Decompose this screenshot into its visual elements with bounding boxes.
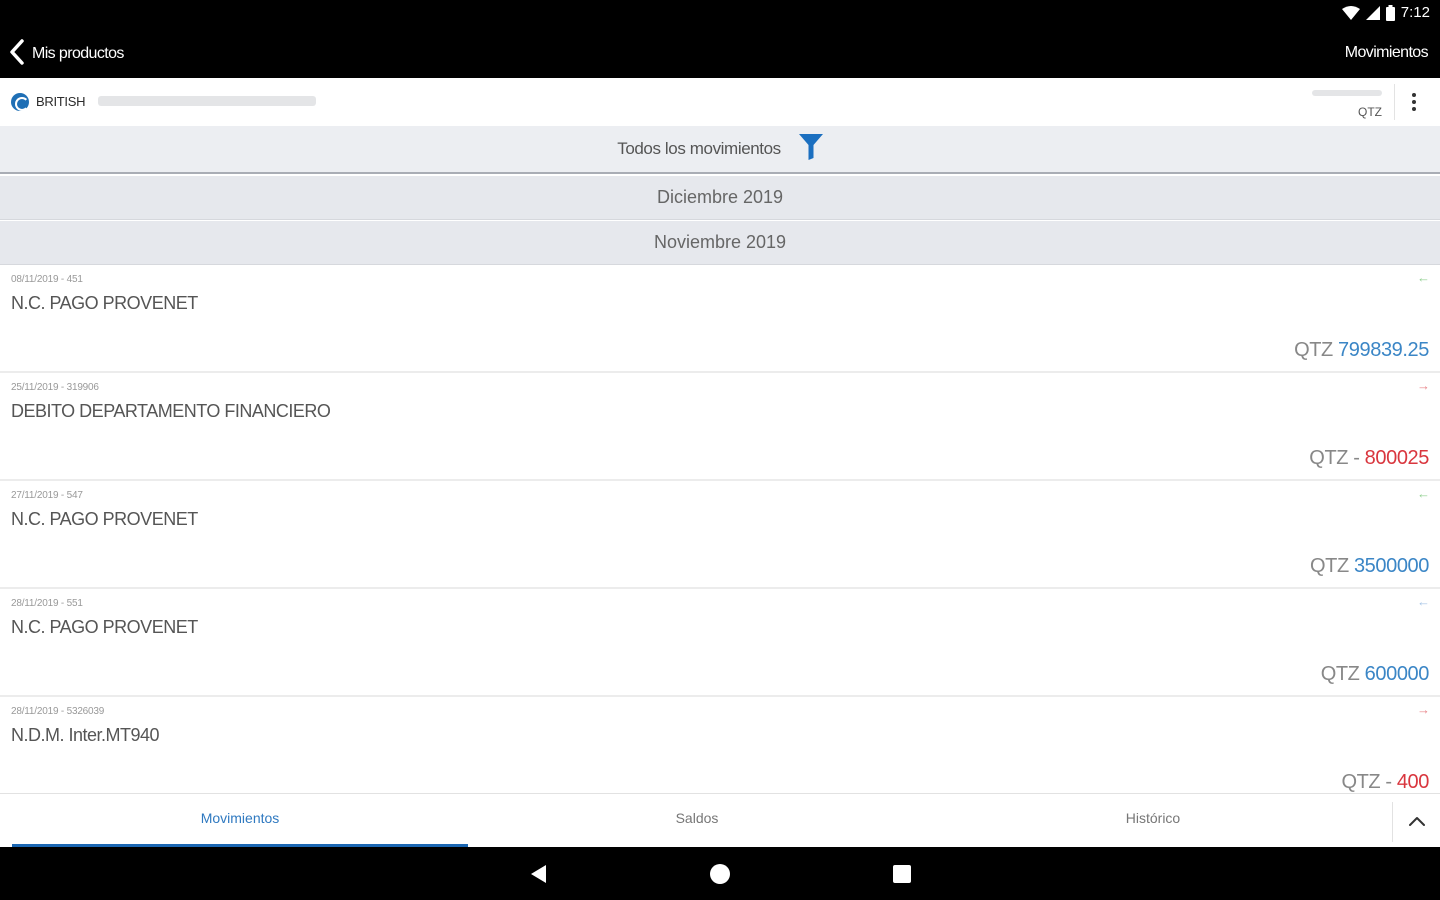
more-options-icon[interactable] (1402, 89, 1426, 115)
transaction-amount-line: QTZ 799839.25 (1294, 339, 1429, 362)
transaction-row[interactable]: 28/11/2019 - 5326039 N.D.M. Inter.MT940 … (0, 697, 1440, 793)
system-nav-bar (0, 847, 1440, 900)
transaction-amount-line: QTZ - 400 (1341, 771, 1429, 794)
transaction-currency: QTZ (1309, 555, 1349, 577)
status-icons: 7:12 (1341, 4, 1430, 21)
transaction-ref: 28/11/2019 - 5326039 (11, 706, 105, 717)
back-label: Mis productos (32, 45, 124, 62)
arrow-right-icon: → (1417, 378, 1430, 393)
transaction-currency: QTZ - (1309, 447, 1365, 469)
nav-home-icon[interactable] (707, 861, 733, 887)
transaction-description: DEBITO DEPARTAMENTO FINANCIERO (11, 401, 331, 421)
month-header[interactable]: Diciembre 2019 (0, 176, 1440, 220)
nav-recents-icon[interactable] (889, 861, 915, 887)
transaction-description: N.D.M. Inter.MT940 (11, 725, 160, 745)
account-name-redacted (98, 96, 316, 106)
status-bar: 7:12 (0, 0, 1440, 30)
chevron-left-icon (8, 38, 26, 70)
transaction-ref: 08/11/2019 - 451 (11, 274, 83, 285)
page-title: Movimientos (1344, 44, 1429, 61)
transaction-currency: QTZ - (1341, 771, 1397, 793)
transaction-row[interactable]: 08/11/2019 - 451 N.C. PAGO PROVENET ← QT… (0, 265, 1440, 373)
transaction-description: N.C. PAGO PROVENET (11, 293, 198, 313)
arrow-left-icon: ← (1417, 270, 1430, 285)
back-button[interactable]: Mis productos (8, 38, 124, 70)
transaction-amount: 400 (1396, 771, 1430, 793)
movement-filter[interactable]: Todos los movimientos (0, 126, 1440, 174)
bottom-tab-bar: Movimientos Saldos Histórico (0, 793, 1440, 848)
transaction-ref: 28/11/2019 - 551 (11, 598, 83, 609)
month-header[interactable]: Noviembre 2019 (0, 221, 1440, 265)
transaction-row[interactable]: 25/11/2019 - 319906 DEBITO DEPARTAMENTO … (0, 373, 1440, 481)
transaction-amount-line: QTZ 600000 (1320, 663, 1430, 686)
account-currency: QTZ (1358, 105, 1382, 119)
transaction-ref: 25/11/2019 - 319906 (11, 382, 99, 393)
transaction-currency: QTZ (1320, 663, 1360, 685)
arrow-right-icon: → (1417, 702, 1430, 717)
tab-movimientos[interactable]: Movimientos (12, 794, 468, 848)
transaction-currency: QTZ (1294, 339, 1333, 361)
account-name: BRITISH (36, 94, 86, 109)
transaction-description: N.C. PAGO PROVENET (11, 509, 198, 529)
filter-label: Todos los movimientos (617, 139, 781, 158)
arrow-left-icon: ← (1417, 594, 1430, 609)
transaction-amount: 799839.25 (1338, 339, 1429, 361)
bank-logo-icon (11, 93, 29, 111)
chevron-up-icon[interactable] (1393, 794, 1440, 848)
transaction-row[interactable]: 28/11/2019 - 551 N.C. PAGO PROVENET ← QT… (0, 589, 1440, 697)
battery-icon (1385, 4, 1395, 21)
nav-back-icon[interactable] (525, 861, 551, 887)
filter-funnel-icon[interactable] (798, 133, 823, 165)
signal-icon (1365, 5, 1380, 20)
transaction-amount: 3500000 (1353, 555, 1429, 577)
transaction-amount: 800025 (1364, 447, 1430, 469)
tab-saldos[interactable]: Saldos (469, 794, 925, 848)
divider (1394, 84, 1395, 120)
tab-historico[interactable]: Histórico (925, 794, 1381, 848)
wifi-icon (1341, 5, 1360, 20)
transaction-description: N.C. PAGO PROVENET (11, 617, 198, 637)
transaction-amount-line: QTZ 3500000 (1310, 555, 1429, 578)
transaction-amount-line: QTZ - 800025 (1309, 447, 1429, 470)
arrow-left-icon: ← (1417, 486, 1430, 501)
status-time: 7:12 (1400, 4, 1430, 21)
transaction-ref: 27/11/2019 - 547 (11, 490, 83, 501)
account-balance-redacted (1312, 90, 1382, 96)
account-header: BRITISH QTZ (0, 78, 1440, 126)
transaction-amount: 600000 (1364, 663, 1430, 685)
transaction-row[interactable]: 27/11/2019 - 547 N.C. PAGO PROVENET ← QT… (0, 481, 1440, 589)
app-bar: Mis productos Movimientos (0, 30, 1440, 78)
